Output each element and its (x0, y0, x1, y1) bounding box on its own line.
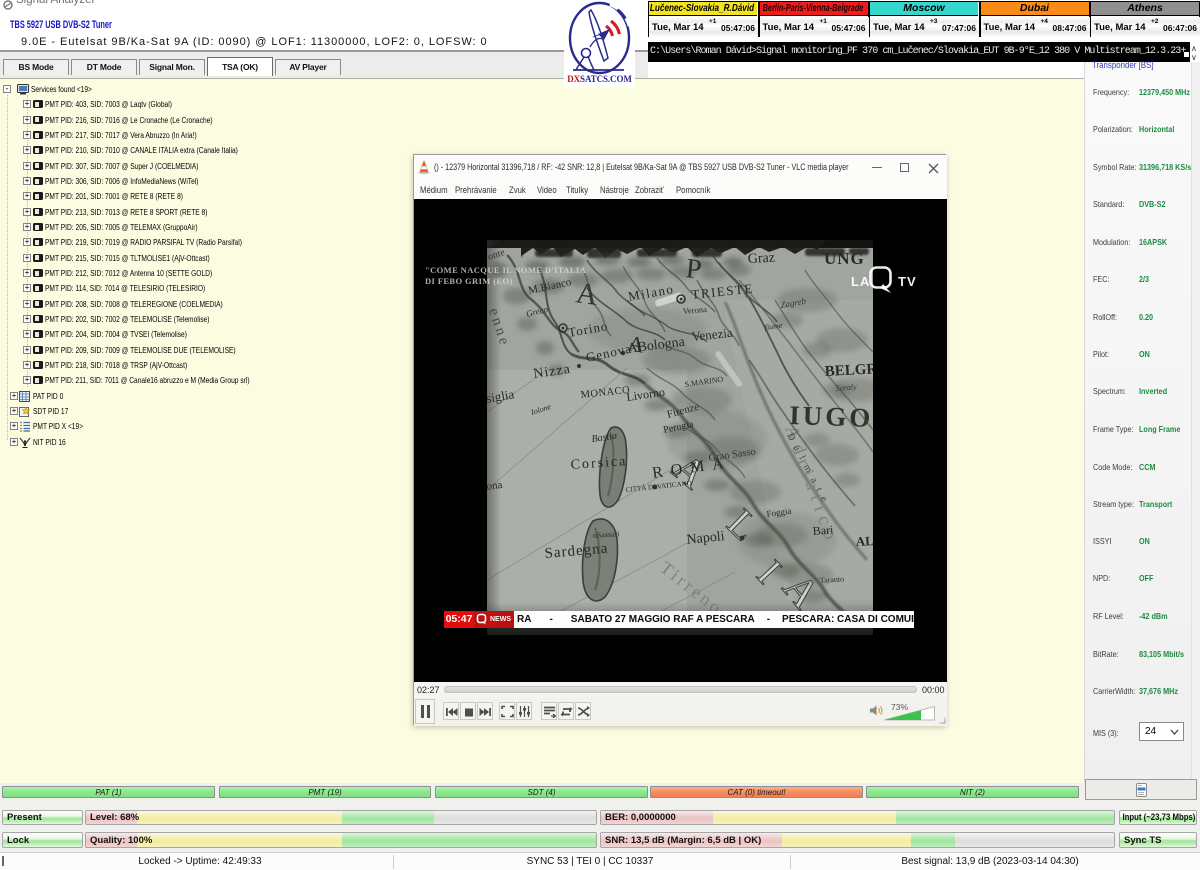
svg-text:AL: AL (855, 533, 873, 549)
svg-text:Graz: Graz (747, 251, 775, 267)
svg-text:P: P (684, 253, 703, 285)
svg-text:BELGR: BELGR (824, 361, 873, 380)
svg-text:IUGOS: IUGOS (789, 400, 873, 434)
svg-text:oSassari: oSassari (593, 529, 621, 540)
svg-text:Bari: Bari (812, 523, 834, 538)
svg-text:Verona: Verona (682, 304, 707, 316)
